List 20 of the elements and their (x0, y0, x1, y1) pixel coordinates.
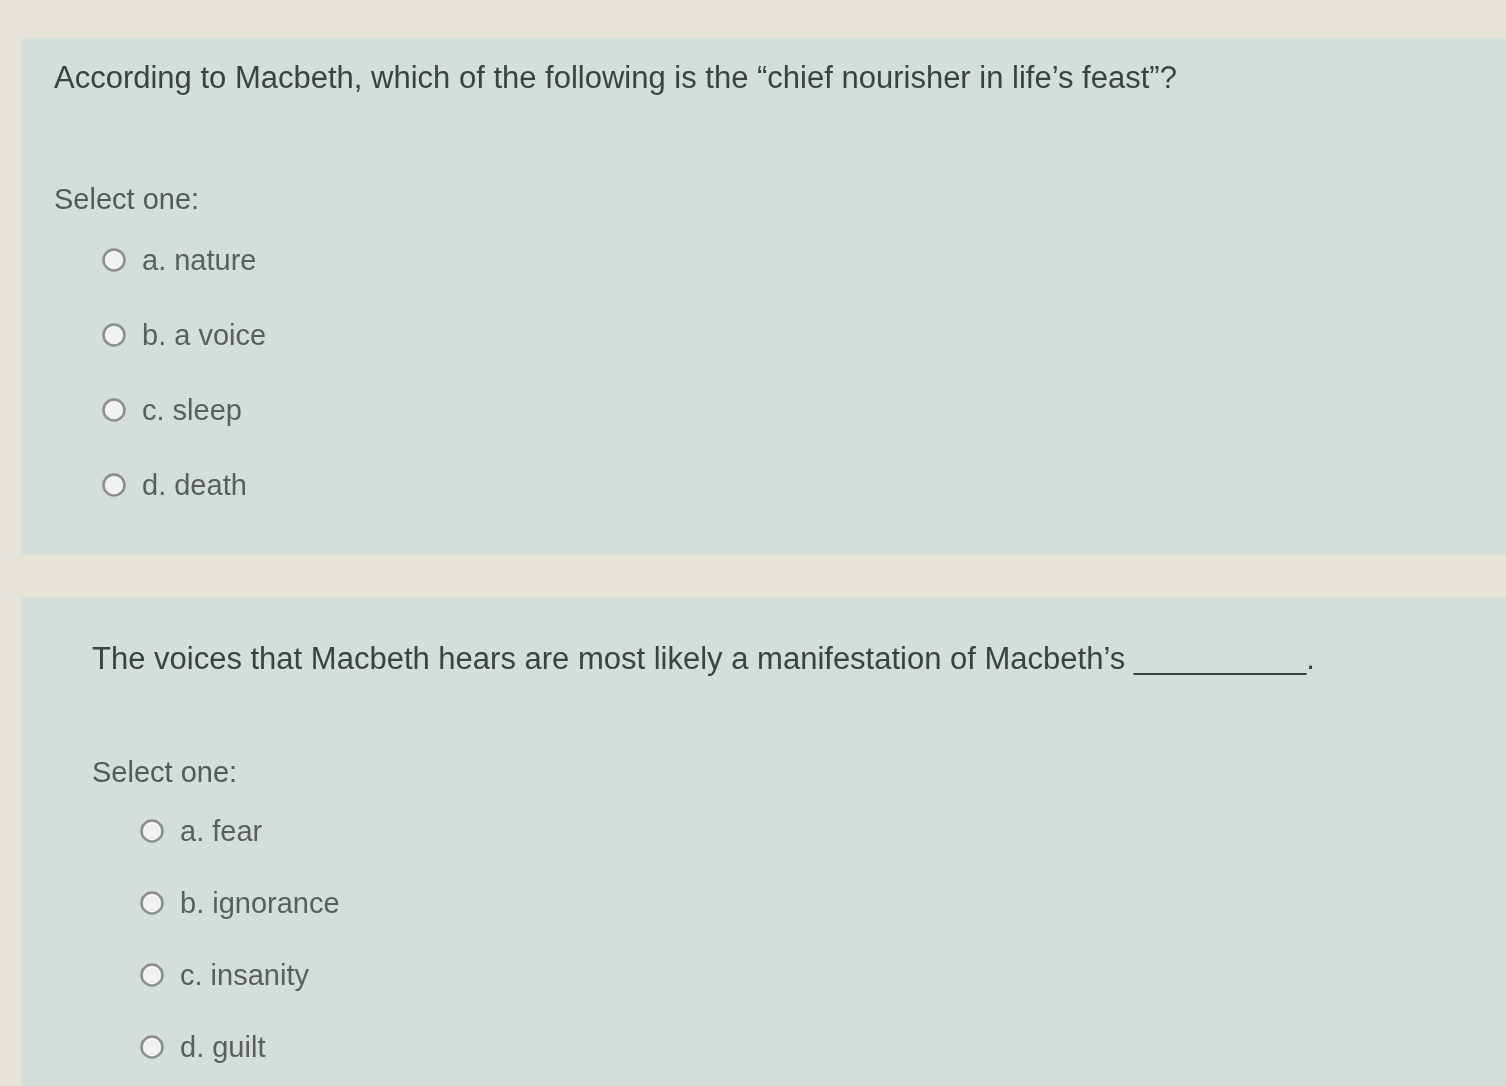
radio-button[interactable] (102, 473, 126, 497)
instruction-text: Select one: (54, 182, 200, 216)
radio-button[interactable] (102, 248, 126, 272)
radio-button[interactable] (102, 398, 126, 422)
radio-button[interactable] (140, 963, 164, 987)
option-label: a. fear (180, 814, 263, 849)
option-label: c. sleep (142, 393, 242, 428)
option-label: b. ignorance (180, 886, 340, 921)
radio-button[interactable] (140, 891, 164, 915)
radio-button[interactable] (102, 323, 126, 347)
question-text: According to Macbeth, which of the following is the “chief nourisher in life’s feast”? (54, 60, 1177, 96)
instruction-text: Select one: (92, 755, 238, 789)
option-label: d. death (142, 468, 247, 503)
radio-button[interactable] (140, 819, 164, 843)
option-label: a. nature (142, 243, 257, 278)
question-text: The voices that Macbeth hears are most likely a manifestation of Macbeth’s __________. (92, 641, 1315, 677)
option-label: d. guilt (180, 1030, 266, 1065)
option-label: b. a voice (142, 318, 267, 353)
option-label: c. insanity (180, 958, 309, 993)
radio-button[interactable] (140, 1035, 164, 1059)
